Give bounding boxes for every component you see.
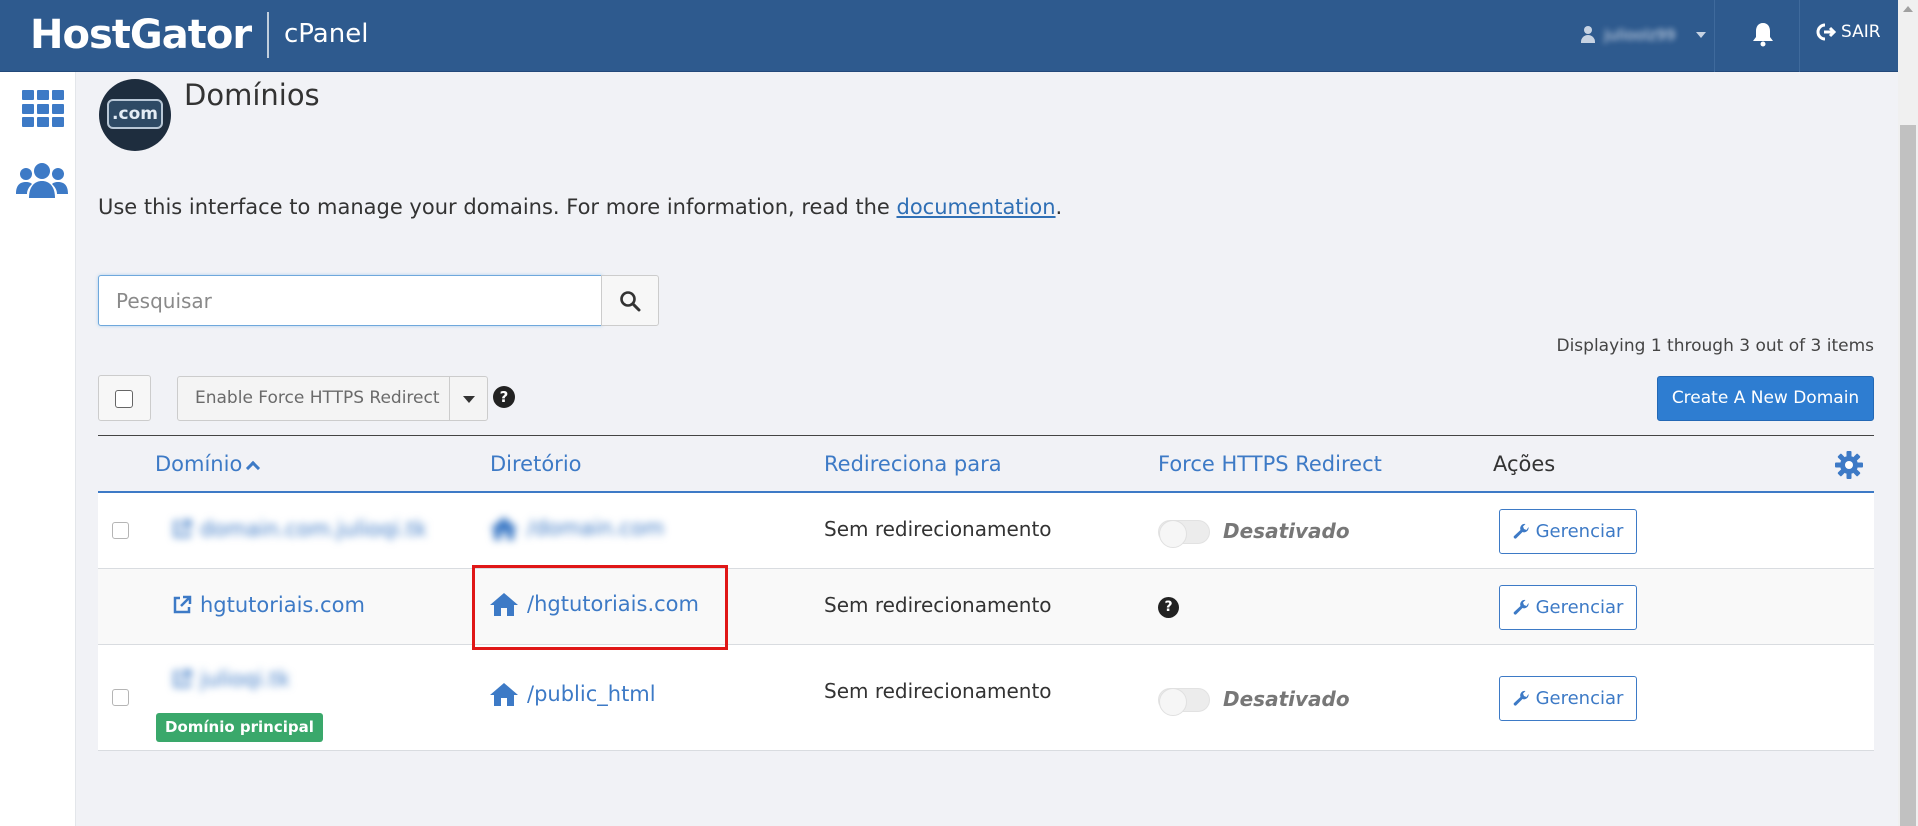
column-actions: Ações (1493, 452, 1556, 476)
primary-domain-badge: Domínio principal (156, 713, 323, 742)
top-header: HostGator cPanel julioolz99 SAIR (0, 0, 1898, 72)
domains-table: Domínio Diretório Redireciona para Force… (98, 435, 1874, 751)
search-button[interactable] (601, 275, 659, 326)
search-group (98, 275, 661, 326)
redirect-value: Sem redirecionamento (824, 517, 1052, 541)
apps-grid-icon[interactable] (22, 90, 64, 128)
manage-button[interactable]: Gerenciar (1499, 585, 1637, 630)
column-directory[interactable]: Diretório (490, 452, 582, 476)
row-checkbox[interactable] (112, 522, 129, 539)
dotcom-icon-label: .com (107, 99, 163, 129)
domain-name: hgtutoriais.com (200, 593, 365, 617)
domain-name: domain.com.julioqi.tk (200, 517, 427, 541)
directory-path: /public_html (527, 682, 656, 706)
page-scrollbar[interactable] (1898, 0, 1918, 826)
row-checkbox[interactable] (112, 689, 129, 706)
domain-name: julioqi.tk (200, 667, 290, 691)
redirect-value: Sem redirecionamento (824, 679, 1052, 703)
search-icon (620, 290, 641, 311)
home-icon (490, 593, 518, 616)
force-https-toggle[interactable] (1158, 520, 1210, 548)
chevron-down-icon (1695, 32, 1706, 38)
select-all-checkbox-wrap[interactable] (98, 375, 151, 421)
sidebar (0, 72, 76, 826)
header-divider (1714, 0, 1715, 72)
directory-path: /domain.com (527, 516, 665, 540)
question-icon[interactable]: ? (493, 386, 515, 408)
intro-text: Use this interface to manage your domain… (98, 195, 1062, 219)
enable-force-https-button[interactable]: Enable Force HTTPS Redirect (177, 376, 450, 421)
redirect-value: Sem redirecionamento (824, 593, 1052, 617)
column-redirect[interactable]: Redireciona para (824, 452, 1002, 476)
intro-period: . (1055, 195, 1063, 219)
directory-path: /hgtutoriais.com (527, 592, 699, 616)
intro-sentence: Use this interface to manage your domain… (98, 195, 897, 219)
directory-link[interactable]: /domain.com (489, 515, 664, 541)
table-header: Domínio Diretório Redireciona para Force… (98, 435, 1874, 493)
domain-link[interactable]: domain.com.julioqi.tk (172, 517, 427, 541)
column-force-https[interactable]: Force HTTPS Redirect (1158, 452, 1382, 476)
manage-label: Gerenciar (1535, 688, 1624, 709)
sort-ascending-icon (246, 460, 261, 476)
force-https-toggle[interactable] (1158, 688, 1210, 716)
logo-divider (267, 12, 269, 58)
select-all-checkbox[interactable] (115, 390, 133, 408)
column-domain-label: Domínio (155, 452, 243, 476)
directory-link[interactable]: /hgtutoriais.com (489, 591, 699, 617)
page-title: Domínios (184, 78, 320, 112)
manage-label: Gerenciar (1535, 521, 1624, 542)
home-icon (490, 683, 518, 706)
user-icon (1580, 26, 1596, 44)
wrench-icon (1513, 599, 1529, 615)
search-input[interactable] (98, 275, 602, 326)
external-link-icon (173, 595, 192, 614)
domain-link[interactable]: julioqi.tk (172, 667, 290, 691)
column-domain-sort[interactable]: Domínio (155, 452, 261, 476)
gear-icon[interactable] (1835, 451, 1863, 479)
home-icon (490, 517, 518, 540)
directory-link[interactable]: /public_html (489, 681, 656, 707)
bulk-action-dropdown-toggle[interactable] (449, 376, 488, 421)
documentation-link[interactable]: documentation (896, 195, 1055, 219)
bell-icon[interactable] (1751, 21, 1775, 47)
external-link-icon (173, 519, 192, 538)
wrench-icon (1513, 690, 1529, 706)
pagination-summary: Displaying 1 through 3 out of 3 items (1556, 336, 1874, 356)
table-row: julioqi.tk Domínio principal /public_htm… (98, 645, 1874, 751)
user-menu[interactable]: julioolz99 (1580, 22, 1706, 48)
table-row: hgtutoriais.com /hgtutoriais.com Sem red… (98, 569, 1874, 645)
question-icon[interactable]: ? (1158, 597, 1179, 618)
manage-label: Gerenciar (1535, 597, 1624, 618)
force-https-status: Desativado (1223, 687, 1350, 711)
user-name: julioolz99 (1604, 26, 1676, 44)
manage-button[interactable]: Gerenciar (1499, 509, 1637, 554)
domain-link[interactable]: hgtutoriais.com (172, 593, 365, 617)
logout-label: SAIR (1841, 22, 1881, 42)
force-https-status: Desativado (1223, 519, 1350, 543)
wrench-icon (1513, 523, 1529, 539)
product-name: cPanel (284, 19, 369, 49)
scroll-thumb[interactable] (1900, 125, 1916, 826)
create-domain-button[interactable]: Create A New Domain (1657, 376, 1874, 421)
external-link-icon (173, 669, 192, 688)
scroll-up-arrow-icon[interactable] (1903, 6, 1913, 12)
logout-icon (1816, 23, 1836, 41)
logout-button[interactable]: SAIR (1816, 22, 1881, 42)
table-row: domain.com.julioqi.tk /domain.com Sem re… (98, 493, 1874, 569)
header-divider (1799, 0, 1800, 72)
users-icon[interactable] (15, 160, 69, 200)
brand-logo[interactable]: HostGator (30, 12, 252, 58)
domains-page-icon: .com (99, 79, 171, 151)
manage-button[interactable]: Gerenciar (1499, 676, 1637, 721)
